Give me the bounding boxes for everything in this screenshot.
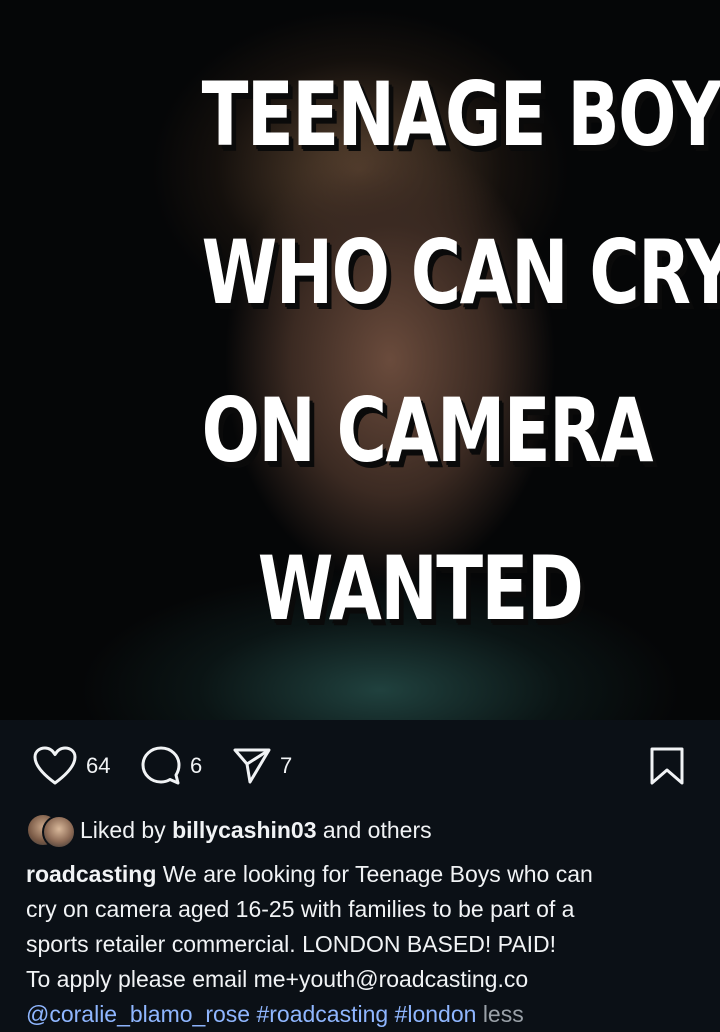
liked-by-user-link[interactable]: billycashin03 [172,817,316,843]
bookmark-icon [648,746,686,786]
liked-by-text: Liked by billycashin03 and others [80,817,432,844]
comment-button[interactable]: 6 [140,736,202,796]
post-actions: 64 6 7 [0,736,720,796]
caption-username-link[interactable]: roadcasting [26,861,156,887]
avatar [42,815,76,849]
share-count: 7 [280,753,293,778]
liked-by-suffix[interactable]: and others [323,817,432,843]
less-button[interactable]: less [483,1001,524,1027]
heart-icon [32,746,78,786]
headline-line-2: WHO CAN CRY [201,221,720,324]
post-image[interactable]: TEENAGE BOYS WHO CAN CRY ON CAMERA WANTE… [0,0,720,720]
comment-count: 6 [190,753,203,778]
post-caption: roadcasting We are looking for Teenage B… [26,857,696,1032]
comment-icon [140,745,182,787]
headline-line-4: WANTED [257,537,584,640]
mention-link[interactable]: @coralie_blamo_rose [26,1001,250,1027]
like-button[interactable]: 64 [32,736,110,796]
liked-by-row[interactable]: Liked by billycashin03 and others [26,810,432,850]
hashtag-link-roadcasting[interactable]: #roadcasting [256,1001,388,1027]
like-count: 64 [86,753,111,778]
caption-line-1: We are looking for Teenage Boys who can [162,861,593,887]
share-icon [232,747,272,785]
share-button[interactable]: 7 [232,736,292,796]
caption-line-4: To apply please email me+youth@roadcasti… [26,966,529,992]
caption-line-2: cry on camera aged 16-25 with families t… [26,896,575,922]
headline-line-3: ON CAMERA [201,379,654,482]
post-headline: TEENAGE BOYS WHO CAN CRY ON CAMERA WANTE… [140,36,720,668]
liked-by-prefix: Liked by [80,816,166,843]
hashtag-link-london[interactable]: #london [395,1001,477,1027]
headline-line-1: TEENAGE BOYS [201,63,720,166]
save-button[interactable] [648,736,686,796]
liker-avatars [26,813,76,849]
caption-line-3: sports retailer commercial. LONDON BASED… [26,931,556,957]
